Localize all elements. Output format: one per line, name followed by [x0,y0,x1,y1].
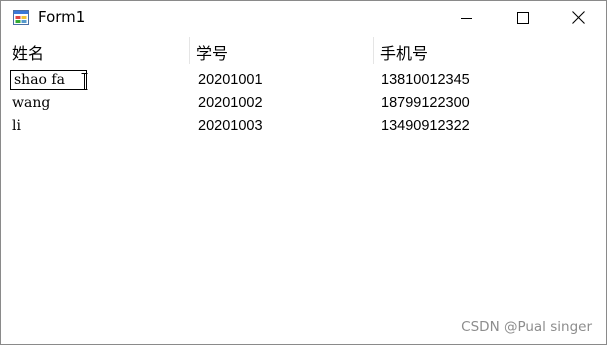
column-divider[interactable] [189,37,190,64]
cell-student-id: 20201003 [198,118,263,134]
cell-name: wang [12,95,51,111]
column-header-name[interactable]: 姓名 [12,40,44,64]
table-row[interactable]: 20201001 13810012345 [5,70,602,93]
close-button[interactable] [555,1,601,34]
student-list-view[interactable]: 姓名 学号 手机号 20201001 13810012345 wang 2020… [5,37,602,337]
cell-name: li [12,118,21,134]
cell-phone: 13810012345 [381,72,470,88]
close-icon [571,11,585,24]
cell-student-id: 20201001 [198,72,263,88]
minimize-button[interactable] [444,1,490,34]
form1-window: Form1 姓名 学号 手机号 20201001 13810012345 sha… [0,0,607,345]
minimize-icon [461,17,472,19]
list-header: 姓名 学号 手机号 [5,37,602,65]
label-edit-input[interactable] [10,70,87,90]
column-header-id[interactable]: 学号 [196,40,228,64]
cell-phone: 18799122300 [381,95,470,111]
cell-phone: 13490912322 [381,118,470,134]
csdn-watermark: CSDN @Pual singer [461,319,592,335]
maximize-button[interactable] [500,1,546,34]
text-cursor-icon [81,73,88,94]
window-title: Form1 [38,8,86,26]
form-app-icon[interactable] [13,10,29,25]
table-row[interactable]: wang 20201002 18799122300 [5,93,602,116]
column-header-phone[interactable]: 手机号 [380,40,428,64]
table-row[interactable]: li 20201003 13490912322 [5,116,602,139]
column-divider[interactable] [373,37,374,64]
maximize-icon [517,11,529,24]
cell-student-id: 20201002 [198,95,263,111]
title-bar[interactable]: Form1 [1,1,606,34]
